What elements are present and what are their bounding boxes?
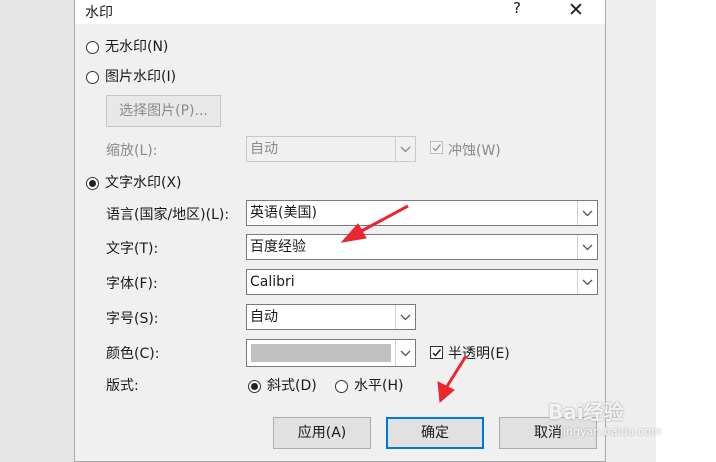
- site-watermark-logo: Bai经验: [548, 400, 624, 424]
- annotation-arrows: [340, 204, 468, 404]
- arrow-to-text-line: [355, 204, 409, 236]
- site-watermark-url: jingyan.baidu.com: [560, 425, 662, 438]
- arrow-to-ok-line: [444, 355, 468, 389]
- arrow-to-ok-head: [437, 381, 455, 404]
- arrow-to-text-head: [340, 223, 367, 243]
